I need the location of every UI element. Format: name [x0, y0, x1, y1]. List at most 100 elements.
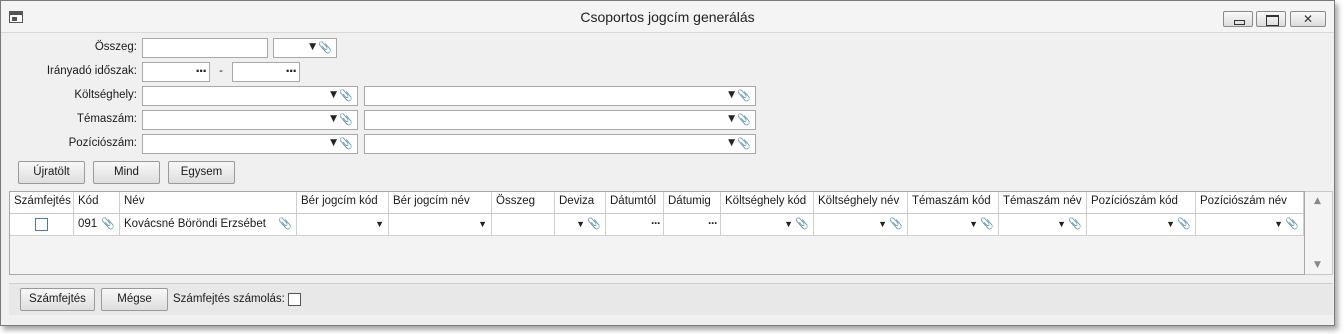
window-title: Csoportos jogcím generálás: [580, 9, 755, 25]
table-row-cell-ber-jogcim-nev[interactable]: ▼: [389, 214, 492, 236]
koltseghely-code-select[interactable]: ▼ 📎: [142, 86, 358, 106]
date-picker-icon[interactable]: ···: [285, 64, 297, 78]
date-to-input[interactable]: ···: [232, 62, 300, 82]
dialog-window: Csoportos jogcím generálás ✕ Összeg: ▼ 📎…: [0, 0, 1335, 326]
reload-button[interactable]: Újratölt: [18, 161, 85, 184]
chevron-down-icon: ▼: [375, 219, 384, 229]
select-all-button[interactable]: Mind: [93, 161, 160, 184]
paperclip-icon[interactable]: 📎: [339, 113, 353, 126]
table-row-cell-datumig[interactable]: ···: [664, 214, 721, 236]
pozicioszam-name-select[interactable]: ▼ 📎: [364, 134, 756, 154]
chevron-down-icon: ▼: [330, 114, 337, 124]
scroll-down-icon[interactable]: ▼: [1314, 260, 1321, 270]
paperclip-icon[interactable]: 📎: [339, 89, 353, 102]
footer-bar: Számfejtés Mégse Számfejtés számolás:: [9, 283, 1333, 315]
cancel-button[interactable]: Mégse: [101, 288, 168, 311]
table-row-cell-deviza[interactable]: ▼ 📎: [555, 214, 606, 236]
select-one-button[interactable]: Egysem: [168, 161, 235, 184]
table-row-cell-ber-jogcim-kod[interactable]: ▼: [297, 214, 389, 236]
chevron-down-icon: ▼: [728, 90, 735, 100]
chevron-down-icon: ▼: [728, 138, 735, 148]
temaszam-code-select[interactable]: ▼ 📎: [142, 110, 358, 130]
scroll-up-icon[interactable]: ▲: [1314, 196, 1321, 206]
temaszam-name-select[interactable]: ▼ 📎: [364, 110, 756, 130]
date-picker-icon[interactable]: ···: [708, 216, 718, 230]
osszeg-input[interactable]: [142, 38, 268, 58]
table-row-cell-nev[interactable]: Kovácsné Böröndi Erzsébet 📎: [120, 214, 297, 236]
paperclip-icon[interactable]: 📎: [101, 217, 115, 230]
paperclip-icon[interactable]: 📎: [278, 217, 292, 230]
date-from-input[interactable]: ···: [142, 62, 210, 82]
maximize-button[interactable]: [1256, 11, 1286, 27]
paperclip-icon[interactable]: 📎: [339, 137, 353, 150]
column-header-ber-jogcim-nev[interactable]: Bér jogcím név: [389, 192, 492, 214]
column-header-temaszam-kod[interactable]: Témaszám kód: [908, 192, 999, 214]
paperclip-icon[interactable]: 📎: [1285, 217, 1299, 230]
table-row-cell-datumtol[interactable]: ···: [606, 214, 664, 236]
table-row-cell-osszeg[interactable]: [492, 214, 555, 236]
column-header-deviza[interactable]: Deviza: [555, 192, 606, 214]
minimize-button[interactable]: [1223, 11, 1253, 27]
column-header-temaszam-nev[interactable]: Témaszám név: [999, 192, 1087, 214]
table-row-cell-koltseghely-nev[interactable]: ▼ 📎: [814, 214, 908, 236]
chevron-down-icon: ▼: [728, 114, 735, 124]
table-row-cell-pozicioszam-nev[interactable]: ▼ 📎: [1196, 214, 1304, 236]
column-header-pozicioszam-nev[interactable]: Pozíciószám név: [1196, 192, 1304, 214]
osszeg-currency-select[interactable]: ▼ 📎: [273, 38, 337, 58]
szamfejtes-szamolas-checkbox[interactable]: [288, 293, 301, 306]
chevron-down-icon: ▼: [576, 219, 585, 229]
chevron-down-icon: ▼: [478, 219, 487, 229]
column-header-kod[interactable]: Kód: [74, 192, 120, 214]
column-header-szamfejtes[interactable]: Számfejtés: [10, 192, 74, 214]
data-grid: Számfejtés Kód Név Bér jogcím kód Bér jo…: [9, 191, 1305, 275]
paperclip-icon[interactable]: 📎: [980, 217, 994, 230]
paperclip-icon[interactable]: 📎: [737, 113, 751, 126]
paperclip-icon[interactable]: 📎: [587, 217, 601, 230]
table-row-cell-pozicioszam-kod[interactable]: ▼ 📎: [1087, 214, 1196, 236]
table-row-cell-kod[interactable]: 091 📎: [74, 214, 120, 236]
chevron-down-icon: ▼: [1057, 219, 1066, 229]
paperclip-icon[interactable]: 📎: [795, 217, 809, 230]
pozicioszam-label: Pozíciószám:: [68, 137, 137, 149]
chevron-down-icon: ▼: [1166, 219, 1175, 229]
paperclip-icon[interactable]: 📎: [1177, 217, 1191, 230]
chevron-down-icon: ▼: [1274, 219, 1283, 229]
chevron-down-icon: ▼: [330, 138, 337, 148]
szamfejtes-button[interactable]: Számfejtés: [20, 288, 95, 311]
pozicioszam-code-select[interactable]: ▼ 📎: [142, 134, 358, 154]
chevron-down-icon: ▼: [330, 90, 337, 100]
column-header-ber-jogcim-kod[interactable]: Bér jogcím kód: [297, 192, 389, 214]
date-picker-icon[interactable]: ···: [195, 64, 207, 78]
paperclip-icon[interactable]: 📎: [737, 137, 751, 150]
title-bar: Csoportos jogcím generálás ✕: [1, 1, 1334, 33]
table-row-cell-szamfejtes: [10, 214, 74, 236]
row-kod-value: 091: [78, 218, 98, 230]
paperclip-icon[interactable]: 📎: [737, 89, 751, 102]
paperclip-icon[interactable]: 📎: [318, 41, 332, 54]
temaszam-label: Témaszám:: [76, 113, 137, 125]
table-row-cell-koltseghely-kod[interactable]: ▼ 📎: [721, 214, 814, 236]
chevron-down-icon: ▼: [309, 42, 316, 52]
szamfejtes-szamolas-label: Számfejtés számolás:: [173, 293, 285, 305]
chevron-down-icon: ▼: [969, 219, 978, 229]
table-row-cell-temaszam-nev[interactable]: ▼ 📎: [999, 214, 1087, 236]
osszeg-label: Összeg:: [94, 41, 137, 53]
column-header-koltseghely-nev[interactable]: Költséghely név: [814, 192, 908, 214]
paperclip-icon[interactable]: 📎: [1068, 217, 1082, 230]
table-row-cell-temaszam-kod[interactable]: ▼ 📎: [908, 214, 999, 236]
column-header-pozicioszam-kod[interactable]: Pozíciószám kód: [1087, 192, 1196, 214]
column-header-koltseghely-kod[interactable]: Költséghely kód: [721, 192, 814, 214]
column-header-nev[interactable]: Név: [120, 192, 297, 214]
column-header-osszeg[interactable]: Összeg: [492, 192, 555, 214]
chevron-down-icon: ▼: [784, 219, 793, 229]
koltseghely-name-select[interactable]: ▼ 📎: [364, 86, 756, 106]
paperclip-icon[interactable]: 📎: [889, 217, 903, 230]
column-header-datumtol[interactable]: Dátumtól: [606, 192, 664, 214]
vertical-scrollbar[interactable]: ▲ ▼: [1305, 191, 1333, 275]
column-header-datumig[interactable]: Dátumig: [664, 192, 721, 214]
range-separator: -: [219, 65, 223, 77]
date-picker-icon[interactable]: ···: [651, 216, 661, 230]
close-button[interactable]: ✕: [1290, 11, 1326, 27]
chevron-down-icon: ▼: [878, 219, 887, 229]
row-select-checkbox[interactable]: [35, 218, 48, 231]
